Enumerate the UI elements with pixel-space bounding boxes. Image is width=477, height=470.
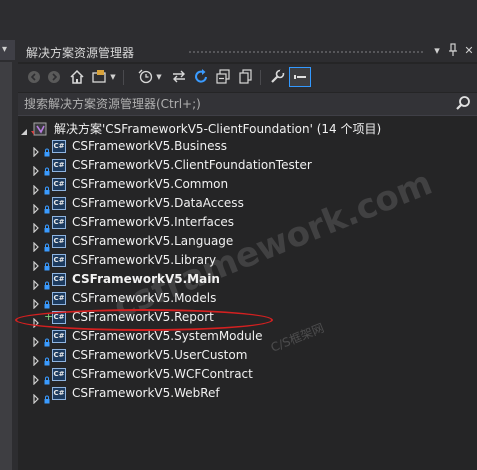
csharp-project-icon: C# <box>52 140 66 153</box>
toolbar-separator <box>123 70 124 85</box>
chevron-down-icon[interactable]: ▾ <box>2 44 7 55</box>
project-node[interactable]: C# CSFrameworkV5.WCFContract <box>18 366 477 386</box>
project-node[interactable]: C# CSFrameworkV5.ClientFoundationTester <box>18 157 477 177</box>
project-node[interactable]: C# CSFrameworkV5.Models <box>18 290 477 310</box>
search-bar <box>18 93 477 116</box>
window-position-dropdown-icon[interactable]: ▾ <box>430 43 444 59</box>
solution-node[interactable]: 解决方案'CSFrameworkV5-ClientFoundation' (14… <box>18 119 477 138</box>
close-icon[interactable]: ✕ <box>462 43 476 59</box>
lock-icon <box>44 161 50 176</box>
expand-arrow-icon[interactable] <box>32 332 40 348</box>
project-node[interactable]: C# CSFrameworkV5.Interfaces <box>18 214 477 234</box>
home-icon[interactable] <box>68 67 86 87</box>
lock-icon <box>44 275 50 290</box>
lock-icon <box>44 199 50 214</box>
solution-label: 解决方案'CSFrameworkV5-ClientFoundation' (14… <box>54 122 382 136</box>
expand-arrow-icon[interactable] <box>32 142 40 158</box>
project-label: CSFrameworkV5.WebRef <box>72 386 220 400</box>
left-dock-strip: ▾ <box>0 0 15 470</box>
lock-icon <box>44 237 50 252</box>
left-dock-rail <box>0 62 12 470</box>
project-node[interactable]: C# CSFrameworkV5.DataAccess <box>18 195 477 215</box>
expand-arrow-icon[interactable] <box>32 161 40 177</box>
expand-arrow-icon[interactable] <box>32 389 40 405</box>
project-label: CSFrameworkV5.ClientFoundationTester <box>72 158 312 172</box>
project-label: CSFrameworkV5.UserCustom <box>72 348 248 362</box>
project-label: CSFrameworkV5.Main <box>72 272 220 286</box>
project-node[interactable]: C# CSFrameworkV5.Main <box>18 271 477 291</box>
expand-arrow-icon[interactable] <box>32 237 40 253</box>
project-node[interactable]: C# CSFrameworkV5.WebRef <box>18 385 477 405</box>
properties-wrench-icon[interactable] <box>268 67 286 87</box>
solution-views-dropdown-icon[interactable]: ▼ <box>109 67 117 87</box>
project-node[interactable]: C# CSFrameworkV5.Library <box>18 252 477 272</box>
solution-views-icon[interactable] <box>90 67 108 87</box>
csharp-project-icon: C# <box>52 216 66 229</box>
toolbar-separator <box>260 70 261 85</box>
lock-icon <box>44 294 50 309</box>
collapse-all-icon[interactable] <box>214 67 232 87</box>
sync-icon[interactable] <box>170 67 188 87</box>
preview-selected-items-icon[interactable] <box>289 67 311 87</box>
project-label: CSFrameworkV5.DataAccess <box>72 196 244 210</box>
project-label: CSFrameworkV5.SystemModule <box>72 329 263 343</box>
forward-arrow-icon[interactable] <box>46 67 62 87</box>
project-node[interactable]: C# CSFrameworkV5.Business <box>18 138 477 158</box>
project-label: CSFrameworkV5.Common <box>72 177 229 191</box>
csharp-project-icon: C# <box>52 387 66 400</box>
expand-arrow-icon[interactable] <box>32 256 40 272</box>
back-arrow-icon[interactable] <box>26 67 42 87</box>
solution-icon <box>31 121 47 136</box>
highlight-ring <box>15 309 273 331</box>
expand-arrow-icon[interactable] <box>32 180 40 196</box>
project-label: CSFrameworkV5.Language <box>72 234 234 248</box>
pending-changes-dropdown-icon[interactable]: ▼ <box>155 67 163 87</box>
lock-icon <box>44 218 50 233</box>
project-label: CSFrameworkV5.Interfaces <box>72 215 235 229</box>
panel-title: 解决方案资源管理器 <box>26 46 135 60</box>
csharp-project-icon: C# <box>52 254 66 267</box>
collapse-arrow-icon[interactable] <box>20 123 28 135</box>
lock-icon <box>44 351 50 366</box>
project-label: CSFrameworkV5.Models <box>72 291 217 305</box>
lock-icon <box>44 256 50 271</box>
project-label: CSFrameworkV5.Business <box>72 139 227 153</box>
project-node[interactable]: C# CSFrameworkV5.UserCustom <box>18 347 477 367</box>
csharp-project-icon: C# <box>52 273 66 286</box>
csharp-project-icon: C# <box>52 330 66 343</box>
solution-explorer-toolbar: ▼ ▼ <box>18 64 477 92</box>
csharp-project-icon: C# <box>52 159 66 172</box>
expand-arrow-icon[interactable] <box>32 218 40 234</box>
expand-arrow-icon[interactable] <box>32 275 40 291</box>
refresh-icon[interactable] <box>192 67 210 87</box>
lock-icon <box>44 389 50 404</box>
lock-icon <box>44 142 50 157</box>
csharp-project-icon: C# <box>52 349 66 362</box>
expand-arrow-icon[interactable] <box>32 294 40 310</box>
search-input[interactable] <box>24 95 444 112</box>
pin-icon[interactable] <box>446 43 460 59</box>
project-node[interactable]: C# CSFrameworkV5.Language <box>18 233 477 253</box>
pending-changes-icon[interactable] <box>136 67 154 87</box>
lock-icon <box>44 332 50 347</box>
csharp-project-icon: C# <box>52 368 66 381</box>
project-node[interactable]: C# CSFrameworkV5.SystemModule <box>18 328 477 348</box>
expand-arrow-icon[interactable] <box>32 351 40 367</box>
solution-explorer-panel: 解决方案资源管理器 ▾ ✕ ▼ ▼ 搜索解决方案资源管理器(Ctrl+;) 解决… <box>18 40 477 470</box>
csharp-project-icon: C# <box>52 235 66 248</box>
csharp-project-icon: C# <box>52 178 66 191</box>
panel-titlebar[interactable]: 解决方案资源管理器 ▾ ✕ <box>18 40 477 62</box>
lock-icon <box>44 180 50 195</box>
search-icon[interactable] <box>455 95 471 111</box>
project-node[interactable]: C# CSFrameworkV5.Common <box>18 176 477 196</box>
expand-arrow-icon[interactable] <box>32 370 40 386</box>
csharp-project-icon: C# <box>52 292 66 305</box>
titlebar-grip <box>188 50 425 54</box>
show-all-files-icon[interactable] <box>236 67 254 87</box>
project-label: CSFrameworkV5.WCFContract <box>72 367 253 381</box>
csharp-project-icon: C# <box>52 197 66 210</box>
lock-icon <box>44 370 50 385</box>
project-label: CSFrameworkV5.Library <box>72 253 217 267</box>
expand-arrow-icon[interactable] <box>32 199 40 215</box>
